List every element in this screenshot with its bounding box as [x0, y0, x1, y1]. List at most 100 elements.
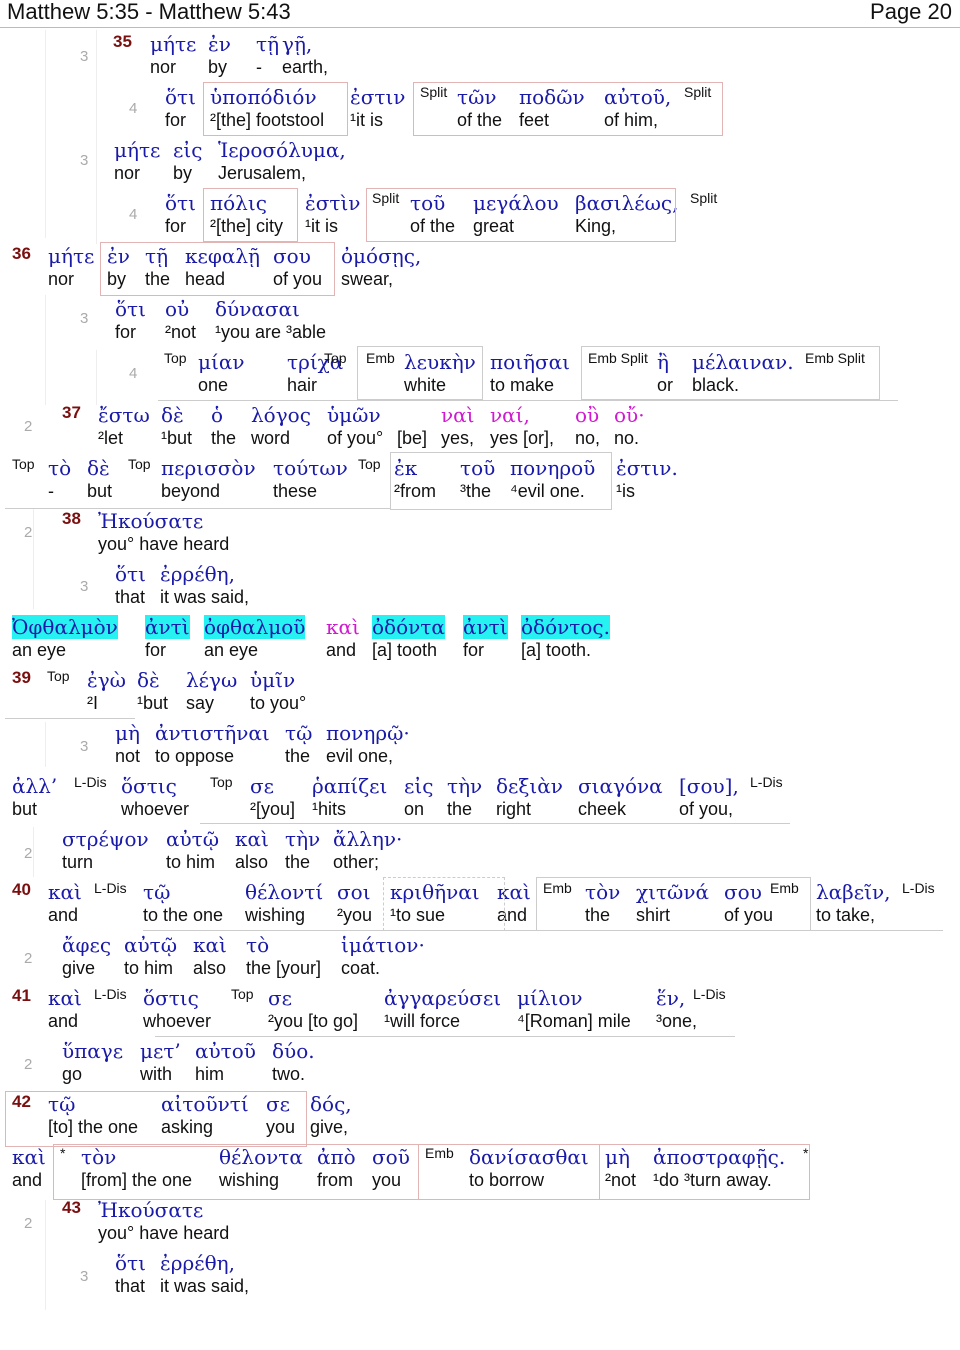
word-pair: δύο. two. — [272, 1039, 315, 1085]
annotation-tag-ldis: L-Dis — [94, 880, 127, 896]
grouping-box — [418, 1144, 600, 1200]
english-gloss: right — [496, 799, 532, 819]
word-pair: λόγος word — [251, 403, 311, 449]
greek-word: καὶ — [12, 1145, 46, 1169]
word-pair: ἀντιστῆναι to oppose — [155, 721, 270, 767]
english-gloss: ¹hits — [312, 799, 347, 819]
greek-word: δύο. — [272, 1039, 315, 1063]
word-pair: ὅστις whoever — [121, 774, 189, 820]
english-gloss: whoever — [143, 1011, 212, 1031]
english-gloss: - — [256, 57, 262, 77]
english-gloss: nor — [150, 57, 177, 77]
line-number: 3 — [80, 738, 89, 755]
greek-word: αὐτοῦ — [195, 1039, 256, 1063]
english-gloss: you° have heard — [98, 1223, 230, 1243]
word-pair: σιαγόνα cheek — [578, 774, 663, 820]
greek-word: μίλιον — [517, 986, 583, 1010]
english-gloss: cheek — [578, 799, 627, 819]
english-gloss: ²not — [165, 322, 197, 342]
english-gloss: to you° — [250, 693, 307, 713]
annotation-tag-top: Top — [210, 774, 233, 790]
greek-word: ναί, — [490, 403, 530, 427]
word-pair: ὅτι for — [165, 191, 196, 237]
annotation-tag-top: Top — [12, 456, 35, 472]
english-gloss: nor — [114, 163, 141, 183]
english-gloss: [a] tooth — [372, 640, 438, 660]
verse-number: 43 — [62, 1198, 81, 1217]
english-gloss: whoever — [121, 799, 190, 819]
english-gloss: evil one, — [326, 746, 394, 766]
word-pair: ὀμόσῃς, swear, — [341, 244, 421, 290]
word-pair: ὅτι for — [165, 85, 196, 131]
word-pair: ναὶ yes, — [441, 403, 475, 449]
annotation-tag-ldis: L-Dis — [74, 774, 107, 790]
line-number: 3 — [80, 152, 89, 169]
greek-word: τούτων — [273, 456, 348, 480]
word-pair: ναί, yes [or], — [490, 403, 554, 449]
word-pair: λαβεῖν, to take, — [816, 880, 890, 926]
divider — [5, 718, 135, 719]
english-gloss: the — [211, 428, 237, 448]
word-pair: [be] — [397, 403, 427, 449]
word-pair: καὶ and — [12, 1145, 46, 1191]
english-gloss: no. — [614, 428, 640, 448]
word-pair: ἐγὼ ²I — [87, 668, 126, 714]
word-pair: ὅτι that — [115, 562, 146, 608]
verse-number: 37 — [62, 403, 81, 422]
english-gloss: also — [235, 852, 269, 872]
greek-word: ἀντὶ — [463, 615, 508, 639]
english-gloss: an eye — [12, 640, 67, 660]
greek-word: στρέψον — [62, 827, 149, 851]
greek-word: μὴ — [115, 721, 140, 745]
english-gloss: ²I — [87, 693, 98, 713]
greek-word: καὶ — [48, 986, 82, 1010]
word-pair: καὶ and — [48, 986, 82, 1032]
divider — [5, 508, 95, 509]
divider — [200, 823, 790, 824]
english-gloss: for — [165, 110, 187, 130]
english-gloss: ¹is — [616, 481, 635, 501]
annotation-tag-ldis: L-Dis — [750, 774, 783, 790]
divider — [155, 1036, 735, 1037]
english-gloss: ¹it is — [350, 110, 383, 130]
grouping-box — [203, 188, 298, 242]
english-gloss: the — [447, 799, 473, 819]
english-gloss: two. — [272, 1064, 306, 1084]
word-pair: τὸ the [your] — [246, 933, 321, 979]
english-gloss: ²[you] — [250, 799, 296, 819]
english-gloss: give — [62, 958, 96, 978]
greek-word: ἄφες — [62, 933, 112, 957]
english-gloss: to him — [124, 958, 174, 978]
greek-word: καὶ — [326, 615, 360, 639]
grouping-box — [413, 82, 723, 136]
greek-word: γῇ, — [282, 32, 313, 56]
indent-guide — [96, 350, 97, 405]
greek-word: ἐστὶν — [305, 191, 361, 215]
english-gloss: ²you [to go] — [268, 1011, 359, 1031]
greek-word: μήτε — [114, 138, 161, 162]
greek-word: ὀδόντα — [372, 615, 445, 639]
greek-word: ποιῆσαι — [490, 350, 571, 374]
line-number: 4 — [129, 100, 138, 117]
word-pair: ἀντὶ for — [463, 615, 508, 661]
greek-word: ὅτι — [165, 85, 196, 109]
english-gloss: with — [140, 1064, 173, 1084]
english-gloss: go — [62, 1064, 83, 1084]
word-pair: δὲ ¹but — [161, 403, 192, 449]
word-pair: τῷ to the one — [143, 880, 223, 926]
page-number: Page 20 — [870, 0, 952, 24]
line-number: 3 — [80, 578, 89, 595]
word-pair: ἕν, ³one, — [656, 986, 697, 1032]
line-number: 2 — [24, 524, 33, 541]
english-gloss: by — [208, 57, 228, 77]
annotation-tag-ldis: L-Dis — [902, 880, 935, 896]
greek-word: [σου], — [679, 774, 739, 798]
greek-word: ὅτι — [115, 562, 146, 586]
english-gloss: to the one — [143, 905, 224, 925]
line-number: 4 — [129, 206, 138, 223]
greek-word: τὴν — [285, 827, 321, 851]
english-gloss: ¹but — [161, 428, 193, 448]
word-pair: ἄφες give — [62, 933, 111, 979]
english-gloss: the — [285, 746, 311, 766]
greek-word: ἀντιστῆναι — [155, 721, 270, 745]
